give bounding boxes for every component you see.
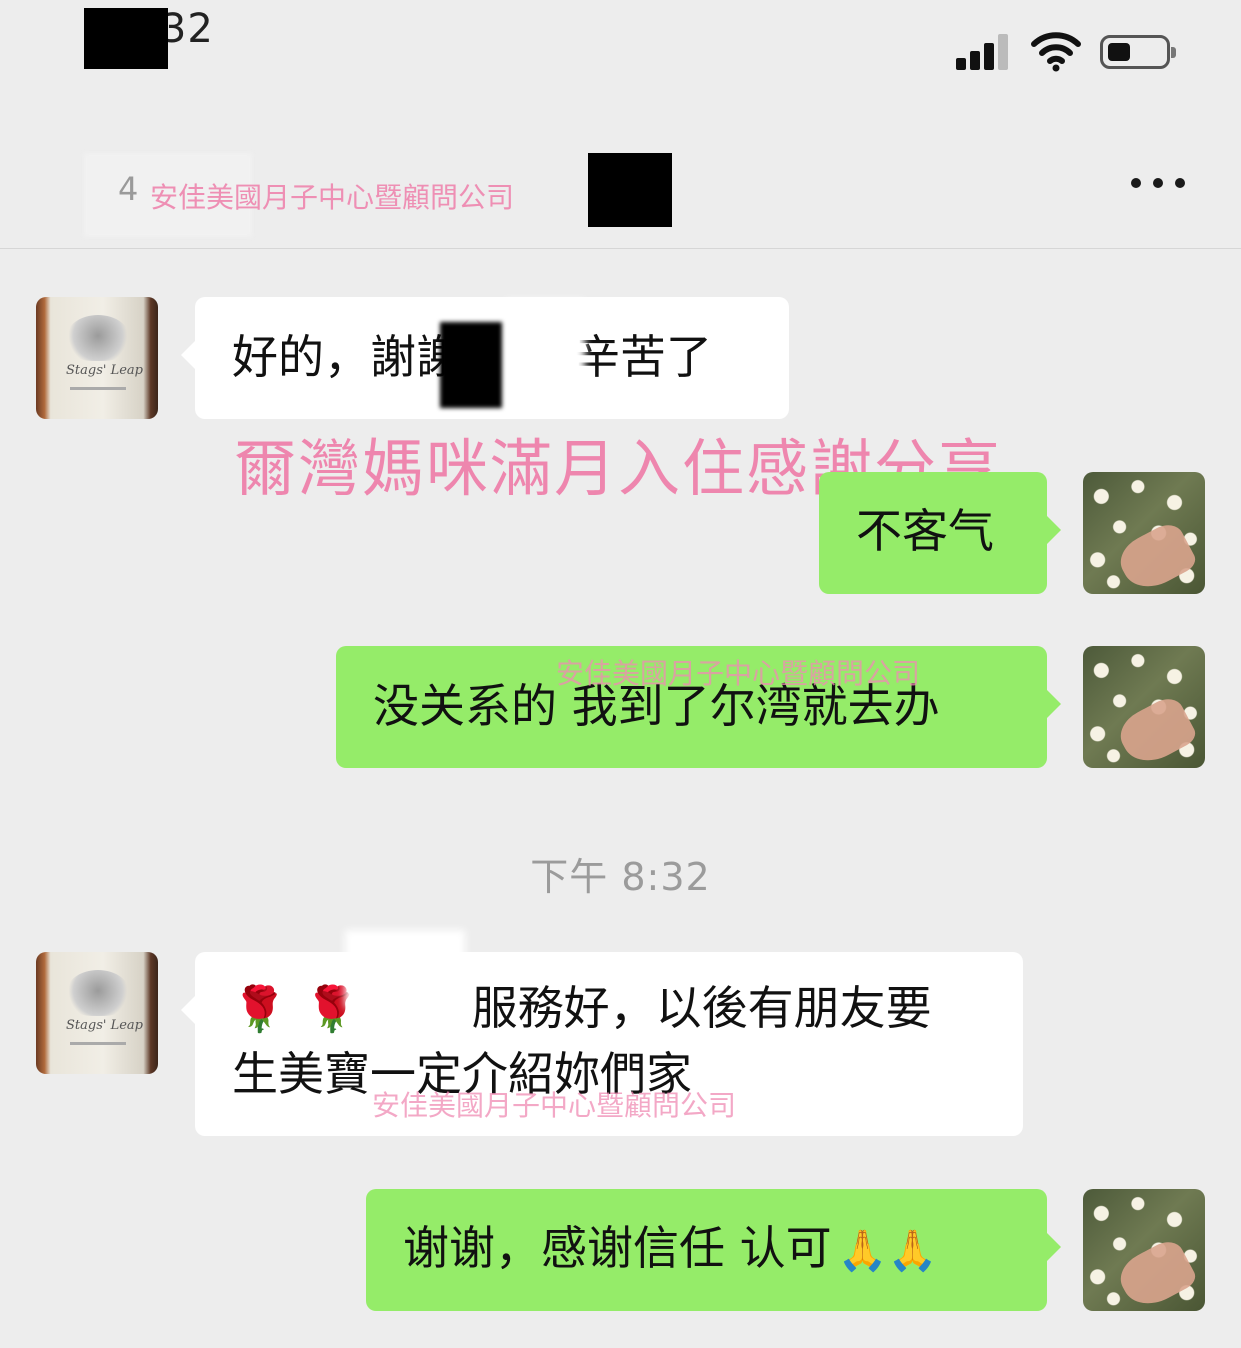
redaction-block — [440, 322, 502, 408]
watermark-overlay: 安佳美國月子中心暨顧問公司 — [556, 657, 921, 690]
status-bar: 8:32 — [0, 0, 1241, 110]
message-bubble-outgoing[interactable]: 不客气 — [819, 472, 1061, 594]
message-timestamp: 下午 8:32 — [530, 855, 711, 899]
redaction-block — [84, 8, 168, 69]
chat-header: 4 安佳美國月子中心暨顧問公司 ice — [0, 140, 1241, 249]
wifi-icon — [1031, 32, 1081, 72]
message-text: 好的，謝謝 — [232, 330, 462, 384]
message-text: 不客气 — [856, 504, 994, 558]
contact-avatar[interactable]: Stags' Leap — [36, 952, 158, 1074]
self-avatar[interactable] — [1083, 1189, 1205, 1311]
rose-emoji-icon: 🌹 — [232, 984, 287, 1035]
praying-hands-icon: 🙏 — [887, 1228, 938, 1274]
praying-hands-icon: 🙏 — [837, 1228, 888, 1274]
battery-icon — [1100, 35, 1176, 69]
more-options-button[interactable] — [1125, 168, 1191, 198]
message-text: 谢谢，感谢信任 认可 — [403, 1221, 832, 1275]
message-text: 服務好，以後有朋友要 — [471, 981, 932, 1035]
cellular-signal-icon — [956, 34, 1012, 70]
self-avatar[interactable] — [1083, 472, 1205, 594]
redaction-block — [588, 153, 672, 227]
self-avatar[interactable] — [1083, 646, 1205, 768]
blurred-name — [505, 300, 585, 408]
contact-avatar[interactable]: Stags' Leap — [36, 297, 158, 419]
blurred-name — [345, 930, 465, 1008]
chat-title-fragment: 4 — [118, 170, 139, 208]
message-bubble-outgoing[interactable]: 谢谢，感谢信任 认可 🙏🙏 — [366, 1189, 1061, 1311]
header-watermark: 安佳美國月子中心暨顧問公司 — [150, 181, 515, 214]
watermark-overlay: 安佳美國月子中心暨顧問公司 — [372, 1089, 737, 1122]
